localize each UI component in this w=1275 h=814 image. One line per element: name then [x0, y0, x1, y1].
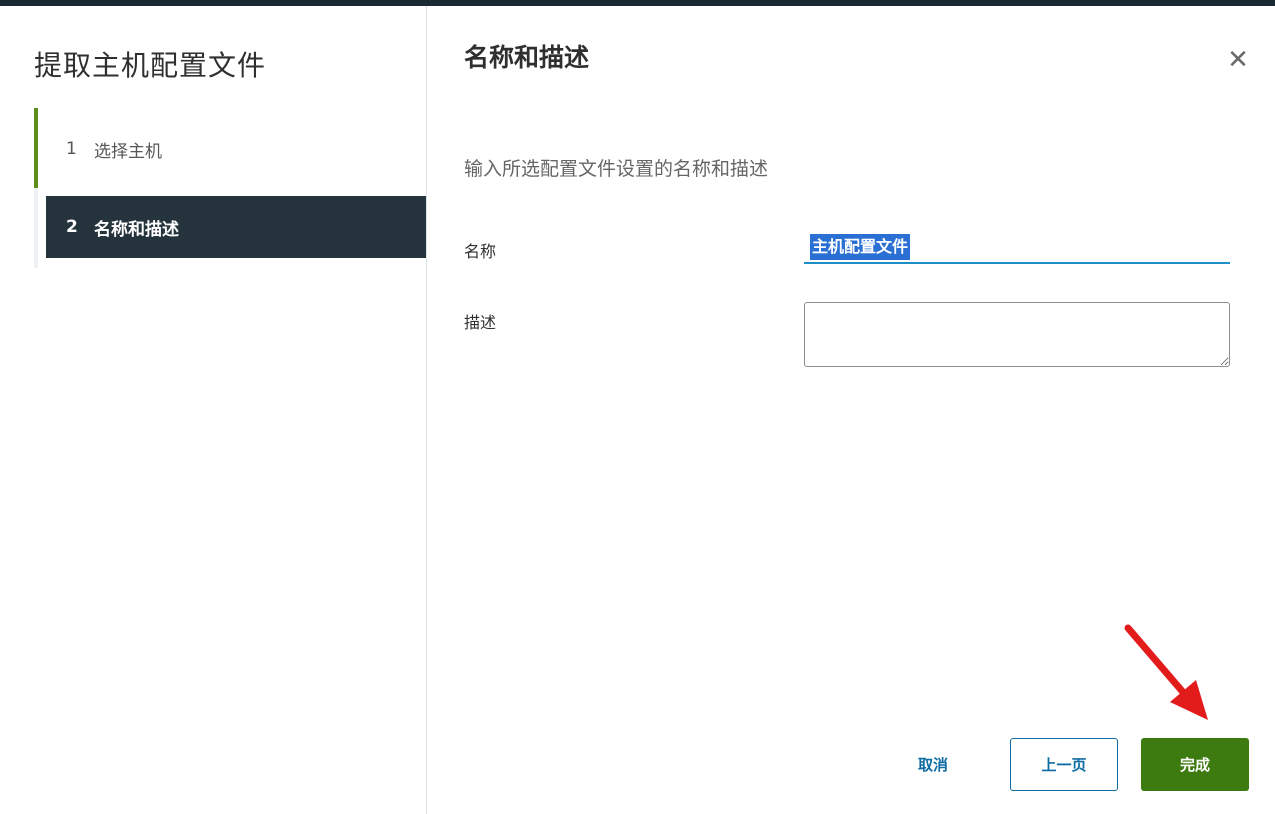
wizard-step-name-description[interactable]: 2 名称和描述: [46, 196, 427, 258]
instruction-text: 输入所选配置文件设置的名称和描述: [464, 158, 769, 180]
wizard-step-select-host[interactable]: 1 选择主机: [46, 118, 427, 180]
description-label: 描述: [464, 313, 497, 332]
nav-divider: [426, 6, 427, 814]
name-input[interactable]: [804, 232, 1230, 264]
finish-button[interactable]: 完成: [1141, 738, 1249, 791]
wizard-title: 提取主机配置文件: [34, 49, 267, 82]
step-progress-completed: [34, 108, 38, 188]
name-label: 名称: [464, 242, 497, 261]
close-button[interactable]: ✕: [1224, 45, 1252, 75]
step-number: 1: [66, 139, 77, 159]
step-label: 名称和描述: [94, 219, 179, 240]
close-icon: ✕: [1227, 45, 1249, 75]
description-textarea[interactable]: [804, 302, 1230, 367]
page-title: 名称和描述: [464, 43, 590, 72]
cancel-button[interactable]: 取消: [896, 738, 970, 791]
step-number: 2: [66, 217, 78, 237]
previous-button[interactable]: 上一页: [1010, 738, 1118, 791]
annotation-arrow-icon: [1124, 624, 1208, 720]
step-label: 选择主机: [94, 141, 162, 162]
